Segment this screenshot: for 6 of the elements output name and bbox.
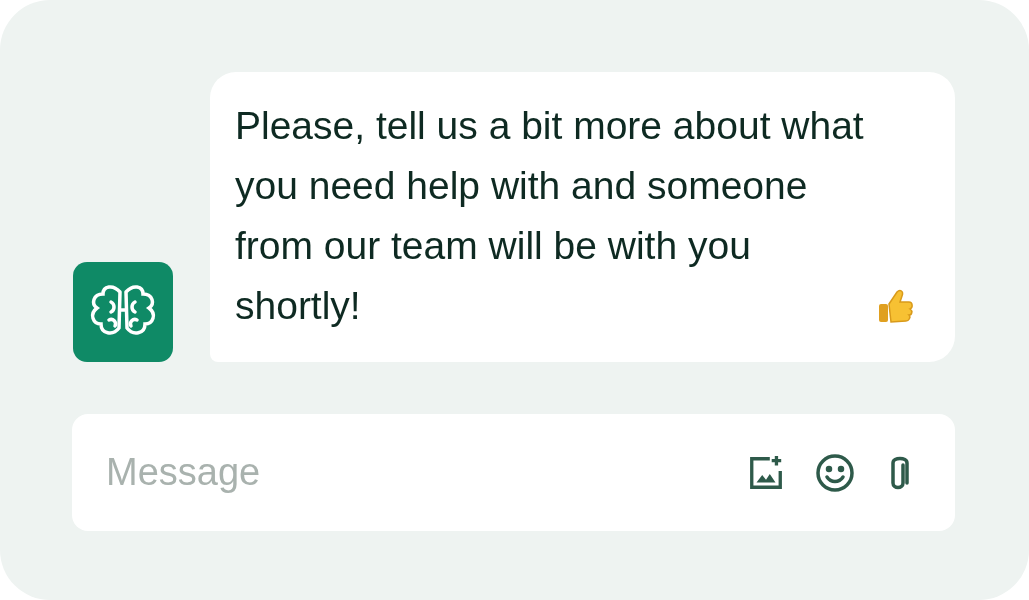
message-field[interactable]: Message — [104, 450, 717, 495]
brain-icon — [72, 262, 174, 362]
message-text: Please, tell us a bit more about what you need help with and someone from our team will be with you shortly! — [235, 103, 865, 329]
emoji-icon[interactable] — [815, 452, 855, 493]
add-image-icon[interactable] — [747, 453, 785, 492]
message-composer[interactable]: Message — [72, 414, 955, 531]
